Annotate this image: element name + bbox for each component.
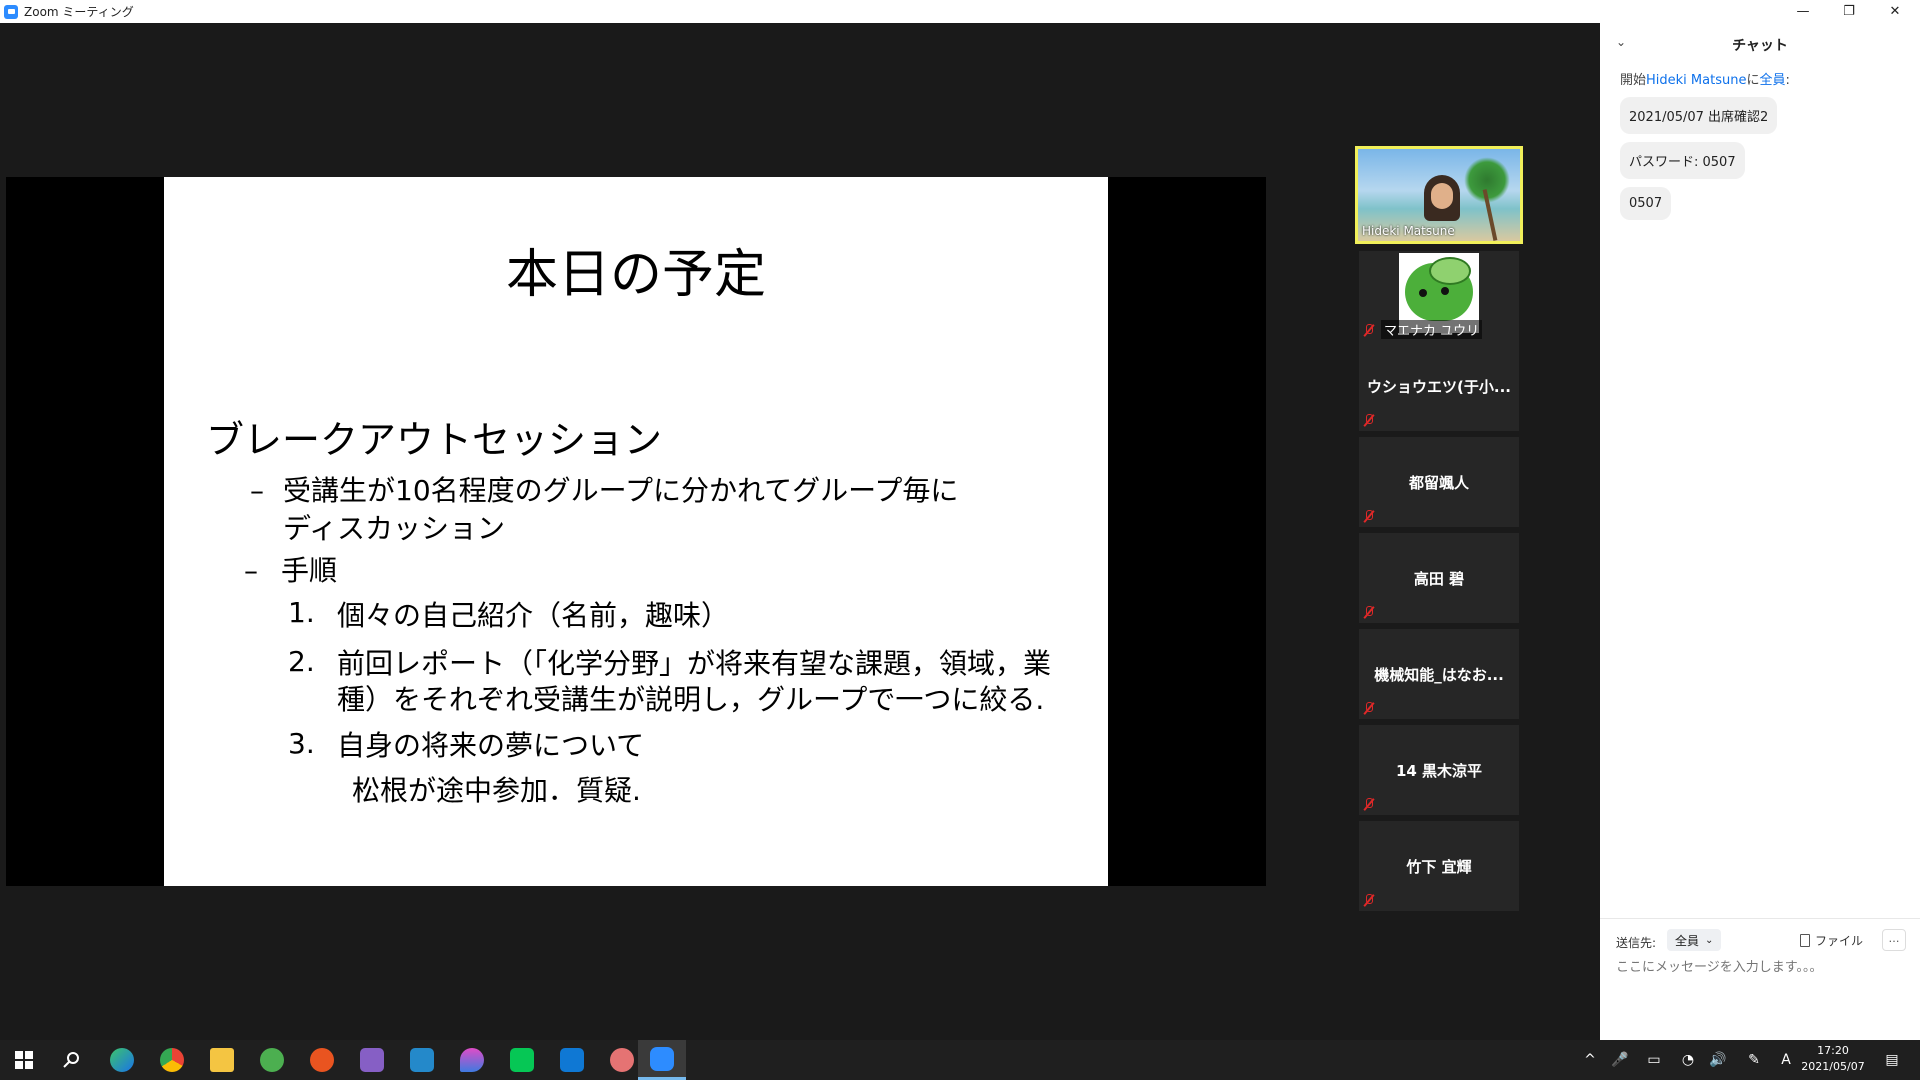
mic-muted-icon <box>1363 894 1375 907</box>
zoom-app-icon <box>4 4 18 19</box>
participant-tile[interactable]: 竹下 宜輝 <box>1359 821 1519 911</box>
chat-sender-line: 開始Hideki Matsuneに全員: <box>1620 69 1790 88</box>
chat-title: チャット <box>1732 38 1788 54</box>
step-line: 個々の自己紹介（名前，趣味） <box>337 599 730 632</box>
send-to-value: 全員 <box>1675 933 1700 948</box>
file-button[interactable]: ファイル <box>1800 929 1863 951</box>
more-options-button[interactable]: … <box>1882 929 1906 951</box>
chat-panel: ⌄ チャット 開始Hideki Matsuneに全員: 2021/05/07 出… <box>1600 23 1920 1040</box>
chat-sender-suffix: : <box>1785 73 1790 88</box>
app-drop-icon[interactable] <box>448 1040 496 1080</box>
mic-muted-icon <box>1363 702 1375 715</box>
notification-icon[interactable]: ▤ <box>1878 1040 1906 1080</box>
chrome-icon[interactable] <box>148 1040 196 1080</box>
participant-name: 14 黒木涼平 <box>1395 761 1483 780</box>
send-to-select[interactable]: 全員 ⌄ <box>1667 929 1722 951</box>
chat-sender-prefix: 開始 <box>1620 73 1647 88</box>
step-line: 自身の将来の夢について <box>337 729 645 762</box>
line-icon[interactable] <box>498 1040 546 1080</box>
clock-date: 2021/05/07 <box>1801 1060 1865 1073</box>
pen-icon[interactable]: ✎ <box>1740 1040 1768 1080</box>
input-method-icon[interactable]: A <box>1772 1040 1800 1080</box>
mic-muted-icon <box>1363 606 1375 619</box>
battery-icon[interactable]: ▭ <box>1640 1040 1668 1080</box>
slide-section-heading: ブレークアウトセッション <box>206 418 663 462</box>
mic-muted-icon <box>1363 510 1375 523</box>
step-number: 2. <box>288 645 315 678</box>
app-green-icon[interactable] <box>248 1040 296 1080</box>
bullet-dash: – <box>250 474 264 507</box>
chevron-down-icon: ⌄ <box>1705 934 1714 946</box>
window-titlebar: Zoom ミーティング — ❐ ✕ <box>0 0 1920 23</box>
kappa-eye-icon <box>1441 287 1449 295</box>
bullet-line: ディスカッション <box>283 512 506 545</box>
file-explorer-icon[interactable] <box>198 1040 246 1080</box>
chat-message: 2021/05/07 出席確認2 <box>1620 97 1778 134</box>
edge-icon[interactable] <box>98 1040 146 1080</box>
restore-button[interactable]: ❐ <box>1826 0 1872 23</box>
windows-taskbar: ^ 🎤 ▭ ◔ 🔊 ✎ A 17:20 2021/05/07 ▤ <box>0 1040 1920 1080</box>
mic-muted-icon <box>1363 414 1375 427</box>
send-to-label: 送信先: <box>1616 936 1657 950</box>
step-number: 3. <box>288 727 315 760</box>
taskbar-clock[interactable]: 17:20 2021/05/07 <box>1798 1043 1868 1075</box>
participant-video-face <box>1431 183 1453 209</box>
participant-name: 機械知能_はなお... <box>1374 665 1504 684</box>
wifi-icon[interactable]: ◔ <box>1674 1040 1702 1080</box>
search-icon[interactable] <box>48 1040 96 1080</box>
kappa-dish-icon <box>1429 257 1471 285</box>
participant-tile[interactable]: ウショウエツ(于小... <box>1359 341 1519 431</box>
participant-tile[interactable]: 機械知能_はなお... <box>1359 629 1519 719</box>
ubuntu-icon[interactable] <box>298 1040 346 1080</box>
window-title: Zoom ミーティング <box>24 5 134 19</box>
shared-slide: 本日の予定 ブレークアウトセッション – 受講生が10名程度のグループに分かれて… <box>164 177 1108 886</box>
participant-tile[interactable]: 14 黒木涼平 <box>1359 725 1519 815</box>
slide-title: 本日の予定 <box>505 245 766 305</box>
mic-muted-icon <box>1363 324 1375 337</box>
chat-divider <box>1600 918 1920 919</box>
file-button-label: ファイル <box>1815 933 1864 948</box>
participant-name: マエナカ ユウリ <box>1381 320 1483 339</box>
slide-note: 松根が途中参加．質疑. <box>352 774 641 807</box>
participant-tile[interactable]: 高田 碧 <box>1359 533 1519 623</box>
close-button[interactable]: ✕ <box>1872 0 1918 23</box>
chat-message-input[interactable] <box>1616 960 1906 975</box>
microphone-icon[interactable]: 🎤 <box>1606 1040 1634 1080</box>
participant-name: 竹下 宜輝 <box>1406 857 1472 876</box>
bullet-dash: – <box>244 554 258 587</box>
participant-tile[interactable]: マエナカ ユウリ <box>1359 251 1519 341</box>
volume-icon[interactable]: 🔊 <box>1704 1040 1732 1080</box>
vscode-icon[interactable] <box>398 1040 446 1080</box>
step-number: 1. <box>288 596 315 629</box>
step-line: 前回レポート（「化学分野」が将来有望な課題，領域，業 <box>337 647 1052 680</box>
mic-muted-icon <box>1363 798 1375 811</box>
bullet-line: 手順 <box>281 554 338 587</box>
chat-message: パスワード: 0507 <box>1620 142 1745 179</box>
zoom-taskbar-icon[interactable] <box>638 1040 686 1080</box>
participant-name: ウショウエツ(于小... <box>1367 377 1511 396</box>
chat-recipient[interactable]: 全員 <box>1759 73 1785 88</box>
bullet-line: 受講生が10名程度のグループに分かれてグループ毎に <box>283 474 959 507</box>
chat-message: 0507 <box>1620 187 1672 220</box>
file-icon <box>1800 933 1810 947</box>
participant-name: 高田 碧 <box>1413 569 1465 588</box>
clock-time: 17:20 <box>1817 1044 1849 1057</box>
mail-icon[interactable] <box>548 1040 596 1080</box>
tray-overflow-icon[interactable]: ^ <box>1576 1040 1604 1080</box>
minimize-button[interactable]: — <box>1780 0 1826 23</box>
visual-studio-icon[interactable] <box>348 1040 396 1080</box>
participant-name: 都留颯人 <box>1408 473 1469 492</box>
chat-sender-mid: に <box>1746 73 1760 88</box>
step-line: 種）をそれぞれ受講生が説明し，グループで一つに絞る. <box>337 683 1045 716</box>
participant-tile-video[interactable]: Hideki Matsune <box>1355 146 1523 244</box>
windows-start-icon[interactable] <box>0 1040 48 1080</box>
chat-sender-name[interactable]: Hideki Matsune <box>1646 73 1746 88</box>
participant-tile[interactable]: 都留颯人 <box>1359 437 1519 527</box>
participant-name: Hideki Matsune <box>1362 224 1455 238</box>
kappa-eye-icon <box>1419 289 1427 297</box>
chat-header: ⌄ チャット <box>1600 33 1920 55</box>
